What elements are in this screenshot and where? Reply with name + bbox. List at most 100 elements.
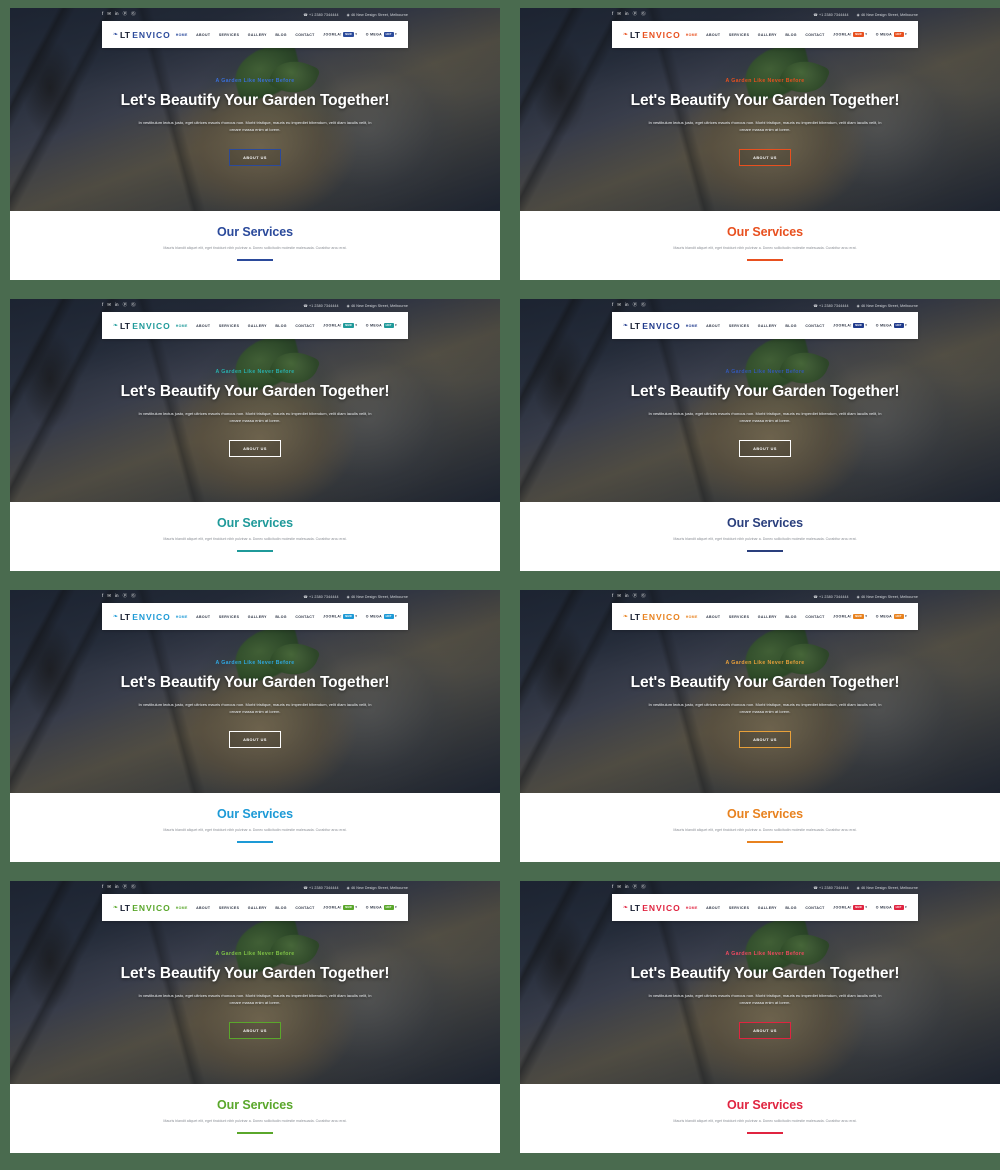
- nav-item-services[interactable]: SERVICES: [219, 324, 239, 328]
- nav-item-joomla[interactable]: JOOMLA! NEW ▾: [833, 614, 867, 619]
- template-variant-card[interactable]: f ✉ in ⓟ Ⓖ ☎ +1 2380 7344444 ◉ 46 New Design S…: [10, 881, 500, 1153]
- nav-item-blog[interactable]: BLOG: [275, 324, 287, 328]
- facebook-icon[interactable]: f: [612, 303, 613, 308]
- nav-item-blog[interactable]: BLOG: [785, 906, 797, 910]
- social-links[interactable]: f ✉ in ⓟ Ⓖ: [612, 594, 646, 599]
- nav-item-omega[interactable]: O MEGA HOT ▾: [366, 32, 397, 37]
- social-links[interactable]: f ✉ in ⓟ Ⓖ: [102, 594, 136, 599]
- about-us-button[interactable]: ABOUT US: [229, 1022, 281, 1040]
- logo[interactable]: ❧ LT ENVICO: [113, 30, 171, 40]
- nav-item-about[interactable]: ABOUT: [196, 33, 210, 37]
- nav-item-joomla[interactable]: JOOMLA! NEW ▾: [323, 323, 357, 328]
- social-links[interactable]: f ✉ in ⓟ Ⓖ: [102, 885, 136, 890]
- nav-item-home[interactable]: HOME: [176, 906, 188, 910]
- google-plus-icon[interactable]: Ⓖ: [131, 12, 136, 17]
- nav-item-home[interactable]: HOME: [176, 615, 188, 619]
- google-plus-icon[interactable]: Ⓖ: [641, 885, 646, 890]
- nav-item-omega[interactable]: O MEGA HOT ▾: [876, 323, 907, 328]
- google-plus-icon[interactable]: Ⓖ: [641, 12, 646, 17]
- nav-item-blog[interactable]: BLOG: [785, 324, 797, 328]
- nav-item-blog[interactable]: BLOG: [785, 33, 797, 37]
- nav-item-omega[interactable]: O MEGA HOT ▾: [876, 614, 907, 619]
- phone-info[interactable]: ☎ +1 2380 7344444: [813, 304, 848, 308]
- nav-item-blog[interactable]: BLOG: [275, 615, 287, 619]
- nav-item-omega[interactable]: O MEGA HOT ▾: [876, 32, 907, 37]
- nav-item-about[interactable]: ABOUT: [706, 615, 720, 619]
- linkedin-icon[interactable]: in: [625, 594, 629, 599]
- about-us-button[interactable]: ABOUT US: [739, 440, 791, 458]
- phone-info[interactable]: ☎ +1 2380 7344444: [303, 13, 338, 17]
- pinterest-icon[interactable]: ⓟ: [123, 12, 128, 17]
- social-links[interactable]: f ✉ in ⓟ Ⓖ: [612, 12, 646, 17]
- linkedin-icon[interactable]: in: [115, 303, 119, 308]
- phone-info[interactable]: ☎ +1 2380 7344444: [813, 595, 848, 599]
- facebook-icon[interactable]: f: [102, 885, 103, 890]
- google-plus-icon[interactable]: Ⓖ: [131, 594, 136, 599]
- nav-item-home[interactable]: HOME: [686, 324, 698, 328]
- nav-item-contact[interactable]: CONTACT: [295, 615, 314, 619]
- nav-item-about[interactable]: ABOUT: [706, 33, 720, 37]
- nav-item-home[interactable]: HOME: [686, 33, 698, 37]
- pinterest-icon[interactable]: ⓟ: [123, 594, 128, 599]
- nav-item-services[interactable]: SERVICES: [729, 906, 749, 910]
- nav-item-blog[interactable]: BLOG: [275, 33, 287, 37]
- logo[interactable]: ❧ LT ENVICO: [113, 321, 171, 331]
- template-variant-card[interactable]: f ✉ in ⓟ Ⓖ ☎ +1 2380 7344444 ◉ 46 New Design S…: [10, 8, 500, 280]
- twitter-icon[interactable]: ✉: [617, 303, 621, 308]
- nav-item-home[interactable]: HOME: [686, 615, 698, 619]
- nav-item-joomla[interactable]: JOOMLA! NEW ▾: [323, 905, 357, 910]
- nav-item-services[interactable]: SERVICES: [219, 615, 239, 619]
- nav-item-gallery[interactable]: GALLERY: [248, 33, 267, 37]
- nav-item-omega[interactable]: O MEGA HOT ▾: [366, 614, 397, 619]
- template-variant-card[interactable]: f ✉ in ⓟ Ⓖ ☎ +1 2380 7344444 ◉ 46 New Design S…: [10, 590, 500, 862]
- social-links[interactable]: f ✉ in ⓟ Ⓖ: [612, 885, 646, 890]
- facebook-icon[interactable]: f: [612, 885, 613, 890]
- nav-item-services[interactable]: SERVICES: [729, 324, 749, 328]
- nav-item-gallery[interactable]: GALLERY: [758, 906, 777, 910]
- social-links[interactable]: f ✉ in ⓟ Ⓖ: [102, 12, 136, 17]
- nav-item-joomla[interactable]: JOOMLA! NEW ▾: [833, 323, 867, 328]
- phone-info[interactable]: ☎ +1 2380 7344444: [813, 13, 848, 17]
- nav-item-services[interactable]: SERVICES: [729, 615, 749, 619]
- nav-item-home[interactable]: HOME: [176, 324, 188, 328]
- nav-item-gallery[interactable]: GALLERY: [248, 906, 267, 910]
- template-variant-card[interactable]: f ✉ in ⓟ Ⓖ ☎ +1 2380 7344444 ◉ 46 New Design S…: [10, 299, 500, 571]
- phone-info[interactable]: ☎ +1 2380 7344444: [303, 595, 338, 599]
- nav-item-home[interactable]: HOME: [686, 906, 698, 910]
- nav-item-about[interactable]: ABOUT: [196, 615, 210, 619]
- about-us-button[interactable]: ABOUT US: [229, 731, 281, 749]
- nav-item-services[interactable]: SERVICES: [729, 33, 749, 37]
- logo[interactable]: ❧ LT ENVICO: [623, 612, 681, 622]
- nav-item-about[interactable]: ABOUT: [706, 324, 720, 328]
- twitter-icon[interactable]: ✉: [107, 885, 111, 890]
- linkedin-icon[interactable]: in: [115, 594, 119, 599]
- nav-item-blog[interactable]: BLOG: [785, 615, 797, 619]
- pinterest-icon[interactable]: ⓟ: [633, 594, 638, 599]
- logo[interactable]: ❧ LT ENVICO: [623, 903, 681, 913]
- nav-item-contact[interactable]: CONTACT: [805, 33, 824, 37]
- twitter-icon[interactable]: ✉: [617, 594, 621, 599]
- nav-item-omega[interactable]: O MEGA HOT ▾: [366, 905, 397, 910]
- nav-item-contact[interactable]: CONTACT: [295, 906, 314, 910]
- facebook-icon[interactable]: f: [102, 594, 103, 599]
- about-us-button[interactable]: ABOUT US: [229, 440, 281, 458]
- nav-item-contact[interactable]: CONTACT: [295, 324, 314, 328]
- nav-item-contact[interactable]: CONTACT: [805, 906, 824, 910]
- nav-item-about[interactable]: ABOUT: [196, 906, 210, 910]
- nav-item-about[interactable]: ABOUT: [196, 324, 210, 328]
- nav-item-omega[interactable]: O MEGA HOT ▾: [876, 905, 907, 910]
- google-plus-icon[interactable]: Ⓖ: [641, 594, 646, 599]
- nav-item-gallery[interactable]: GALLERY: [248, 324, 267, 328]
- nav-item-joomla[interactable]: JOOMLA! NEW ▾: [323, 614, 357, 619]
- google-plus-icon[interactable]: Ⓖ: [641, 303, 646, 308]
- phone-info[interactable]: ☎ +1 2380 7344444: [303, 304, 338, 308]
- social-links[interactable]: f ✉ in ⓟ Ⓖ: [612, 303, 646, 308]
- facebook-icon[interactable]: f: [612, 594, 613, 599]
- twitter-icon[interactable]: ✉: [617, 885, 621, 890]
- pinterest-icon[interactable]: ⓟ: [123, 303, 128, 308]
- linkedin-icon[interactable]: in: [625, 885, 629, 890]
- nav-item-home[interactable]: HOME: [176, 33, 188, 37]
- linkedin-icon[interactable]: in: [115, 12, 119, 17]
- logo[interactable]: ❧ LT ENVICO: [623, 321, 681, 331]
- nav-item-omega[interactable]: O MEGA HOT ▾: [366, 323, 397, 328]
